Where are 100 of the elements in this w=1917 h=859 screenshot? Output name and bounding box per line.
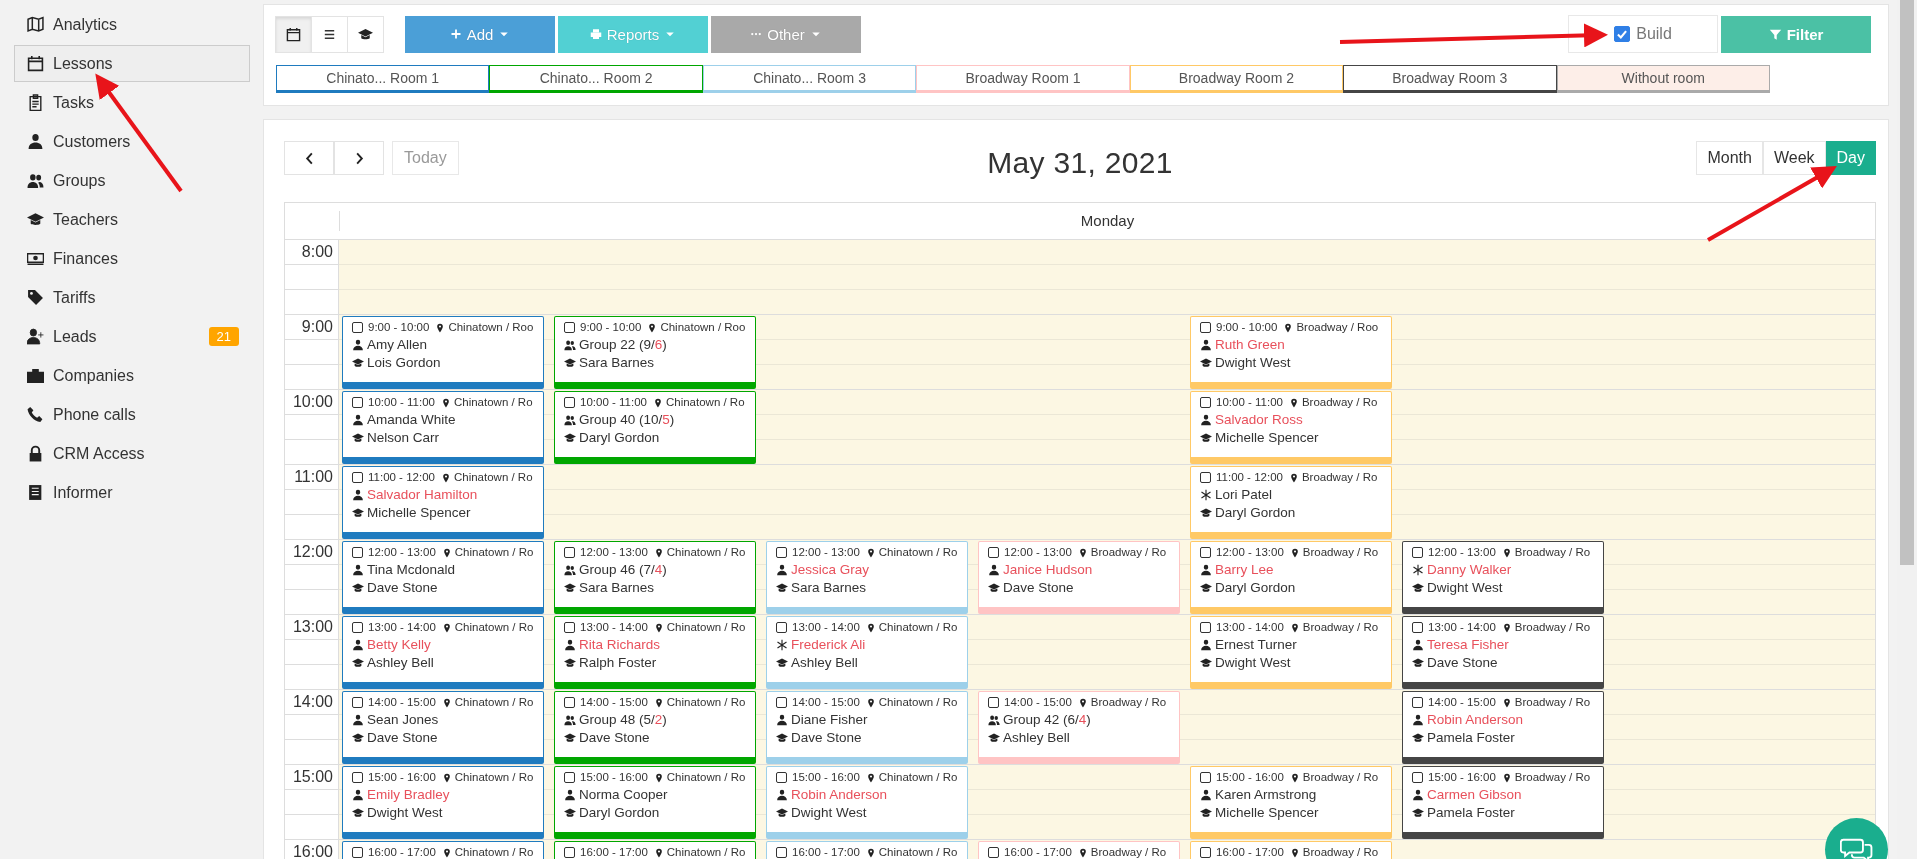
lesson-card[interactable]: 12:00 - 13:00 Broadway / Ro Janice Hudson Dave Stone [978,541,1180,614]
room-tab[interactable]: Chinato... Room 1 [276,65,490,93]
lesson-card[interactable]: 11:00 - 12:00 Chinatown / Ro Salvador Hamilton Michelle Spencer [342,466,544,539]
sidebar-item[interactable]: Informer [14,474,250,511]
lesson-card[interactable]: 14:00 - 15:00 Chinatown / Ro Group 48 (5/2) Dave Stone [554,691,756,764]
lesson-checkbox[interactable] [564,322,575,333]
lesson-card[interactable]: 15:00 - 16:00 Chinatown / Ro Emily Bradley Dwight West [342,766,544,839]
lesson-checkbox[interactable] [1200,397,1211,408]
sidebar-item[interactable]: Teachers [14,201,250,238]
lesson-card[interactable]: 16:00 - 17:00 Broadway / Ro [978,841,1180,859]
lesson-card[interactable]: 13:00 - 14:00 Chinatown / Ro Frederick Ali Ashley Bell [766,616,968,689]
lesson-card[interactable]: 14:00 - 15:00 Chinatown / Ro Sean Jones Dave Stone [342,691,544,764]
lesson-card[interactable]: 12:00 - 13:00 Chinatown / Ro Group 46 (7/4) Sara Barnes [554,541,756,614]
lesson-checkbox[interactable] [352,322,363,333]
lesson-checkbox[interactable] [776,622,787,633]
view-tab[interactable]: Week [1762,141,1826,175]
lesson-checkbox[interactable] [988,697,999,708]
layers-view-button[interactable] [347,15,384,53]
lesson-card[interactable]: 10:00 - 11:00 Broadway / Ro Salvador Ross Michelle Spencer [1190,391,1392,464]
lesson-card[interactable]: 12:00 - 13:00 Broadway / Ro Danny Walker Dwight West [1402,541,1604,614]
lesson-card[interactable]: 13:00 - 14:00 Chinatown / Ro Rita Richards Ralph Foster [554,616,756,689]
lesson-card[interactable]: 10:00 - 11:00 Chinatown / Ro Group 40 (10/5) Daryl Gordon [554,391,756,464]
sidebar-item[interactable]: Groups [14,162,250,199]
lesson-card[interactable]: 13:00 - 14:00 Broadway / Ro Ernest Turner Dwight West [1190,616,1392,689]
room-tab[interactable]: Chinato... Room 2 [489,65,703,93]
room-tab[interactable]: Broadway Room 3 [1343,65,1557,93]
lesson-card[interactable]: 9:00 - 10:00 Chinatown / Roo Group 22 (9/6) Sara Barnes [554,316,756,389]
sidebar-item[interactable]: Finances [14,240,250,277]
sidebar-item[interactable]: Phone calls [14,396,250,433]
lesson-checkbox[interactable] [564,547,575,558]
lesson-checkbox[interactable] [352,847,363,858]
sidebar-item[interactable]: Tariffs [14,279,250,316]
lesson-card[interactable]: 15:00 - 16:00 Broadway / Ro Karen Armstrong Michelle Spencer [1190,766,1392,839]
lesson-card[interactable]: 16:00 - 17:00 Chinatown / Ro [554,841,756,859]
lesson-checkbox[interactable] [776,697,787,708]
lesson-card[interactable]: 10:00 - 11:00 Chinatown / Ro Amanda White Nelson Carr [342,391,544,464]
lesson-card[interactable]: 15:00 - 16:00 Broadway / Ro Carmen Gibson Pamela Foster [1402,766,1604,839]
lesson-checkbox[interactable] [564,697,575,708]
lesson-card[interactable]: 9:00 - 10:00 Chinatown / Roo Amy Allen Lois Gordon [342,316,544,389]
lesson-checkbox[interactable] [352,622,363,633]
lesson-card[interactable]: 16:00 - 17:00 Chinatown / Ro [342,841,544,859]
lesson-checkbox[interactable] [988,547,999,558]
lesson-checkbox[interactable] [776,772,787,783]
view-tab[interactable]: Month [1696,141,1763,175]
graduation-cap-icon [352,581,364,594]
lesson-location: Chinatown / Ro [878,770,958,785]
lesson-checkbox[interactable] [352,547,363,558]
room-tab[interactable]: Broadway Room 1 [916,65,1130,93]
scrollbar-thumb[interactable] [1900,0,1914,565]
calendar-view-button[interactable] [275,15,312,53]
sidebar-item[interactable]: Lessons [14,45,250,82]
lesson-checkbox[interactable] [1412,772,1423,783]
lesson-card[interactable]: 13:00 - 14:00 Chinatown / Ro Betty Kelly Ashley Bell [342,616,544,689]
lesson-card[interactable]: 12:00 - 13:00 Chinatown / Ro Tina Mcdonald Dave Stone [342,541,544,614]
sidebar-item[interactable]: Analytics [14,6,250,43]
sidebar-item[interactable]: Tasks [14,84,250,121]
lesson-checkbox[interactable] [352,772,363,783]
lesson-checkbox[interactable] [1200,547,1211,558]
lesson-card[interactable]: 16:00 - 17:00 Broadway / Ro [1190,841,1392,859]
lesson-checkbox[interactable] [1412,622,1423,633]
lesson-checkbox[interactable] [776,547,787,558]
lesson-checkbox[interactable] [564,397,575,408]
lesson-card[interactable]: 15:00 - 16:00 Chinatown / Ro Robin Anderson Dwight West [766,766,968,839]
lesson-checkbox[interactable] [564,622,575,633]
lesson-checkbox[interactable] [1200,472,1211,483]
lesson-checkbox[interactable] [988,847,999,858]
sidebar-item[interactable]: Leads 21 [14,318,250,355]
lesson-checkbox[interactable] [1200,772,1211,783]
lesson-checkbox[interactable] [1200,847,1211,858]
lesson-checkbox[interactable] [352,397,363,408]
lesson-checkbox[interactable] [1200,622,1211,633]
lesson-time: 11:00 - 12:00 [1216,470,1283,485]
lesson-card[interactable]: 9:00 - 10:00 Broadway / Roo Ruth Green Dwight West [1190,316,1392,389]
user-plus-icon [27,328,44,345]
lesson-checkbox[interactable] [776,847,787,858]
sidebar-item[interactable]: Companies [14,357,250,394]
build-checkbox[interactable]: Build [1568,15,1718,53]
room-tab[interactable]: Without room [1556,65,1770,93]
lesson-checkbox[interactable] [1200,322,1211,333]
room-tab[interactable]: Broadway Room 2 [1129,65,1344,93]
checkbox[interactable] [1614,26,1631,42]
sidebar-item[interactable]: CRM Access [14,435,250,472]
lesson-card[interactable]: 13:00 - 14:00 Broadway / Ro Teresa Fisher Dave Stone [1402,616,1604,689]
sidebar-item[interactable]: Customers [14,123,250,160]
lesson-card[interactable]: 16:00 - 17:00 Chinatown / Ro [766,841,968,859]
lesson-card[interactable]: 12:00 - 13:00 Chinatown / Ro Jessica Gray Sara Barnes [766,541,968,614]
lesson-card[interactable]: 15:00 - 16:00 Chinatown / Ro Norma Cooper Daryl Gordon [554,766,756,839]
pin-icon [1501,547,1512,558]
lesson-checkbox[interactable] [1412,547,1423,558]
lesson-checkbox[interactable] [352,697,363,708]
lesson-card[interactable]: 11:00 - 12:00 Broadway / Ro Lori Patel Daryl Gordon [1190,466,1392,539]
lesson-checkbox[interactable] [564,772,575,783]
lesson-card[interactable]: 14:00 - 15:00 Broadway / Ro Robin Anderson Pamela Foster [1402,691,1604,764]
lesson-checkbox[interactable] [564,847,575,858]
lesson-checkbox[interactable] [352,472,363,483]
lesson-card[interactable]: 14:00 - 15:00 Broadway / Ro Group 42 (6/4) Ashley Bell [978,691,1180,764]
lesson-card[interactable]: 12:00 - 13:00 Broadway / Ro Barry Lee Daryl Gordon [1190,541,1392,614]
room-tab[interactable]: Chinato... Room 3 [702,65,917,93]
lesson-checkbox[interactable] [1412,697,1423,708]
lesson-card[interactable]: 14:00 - 15:00 Chinatown / Ro Diane Fisher Dave Stone [766,691,968,764]
